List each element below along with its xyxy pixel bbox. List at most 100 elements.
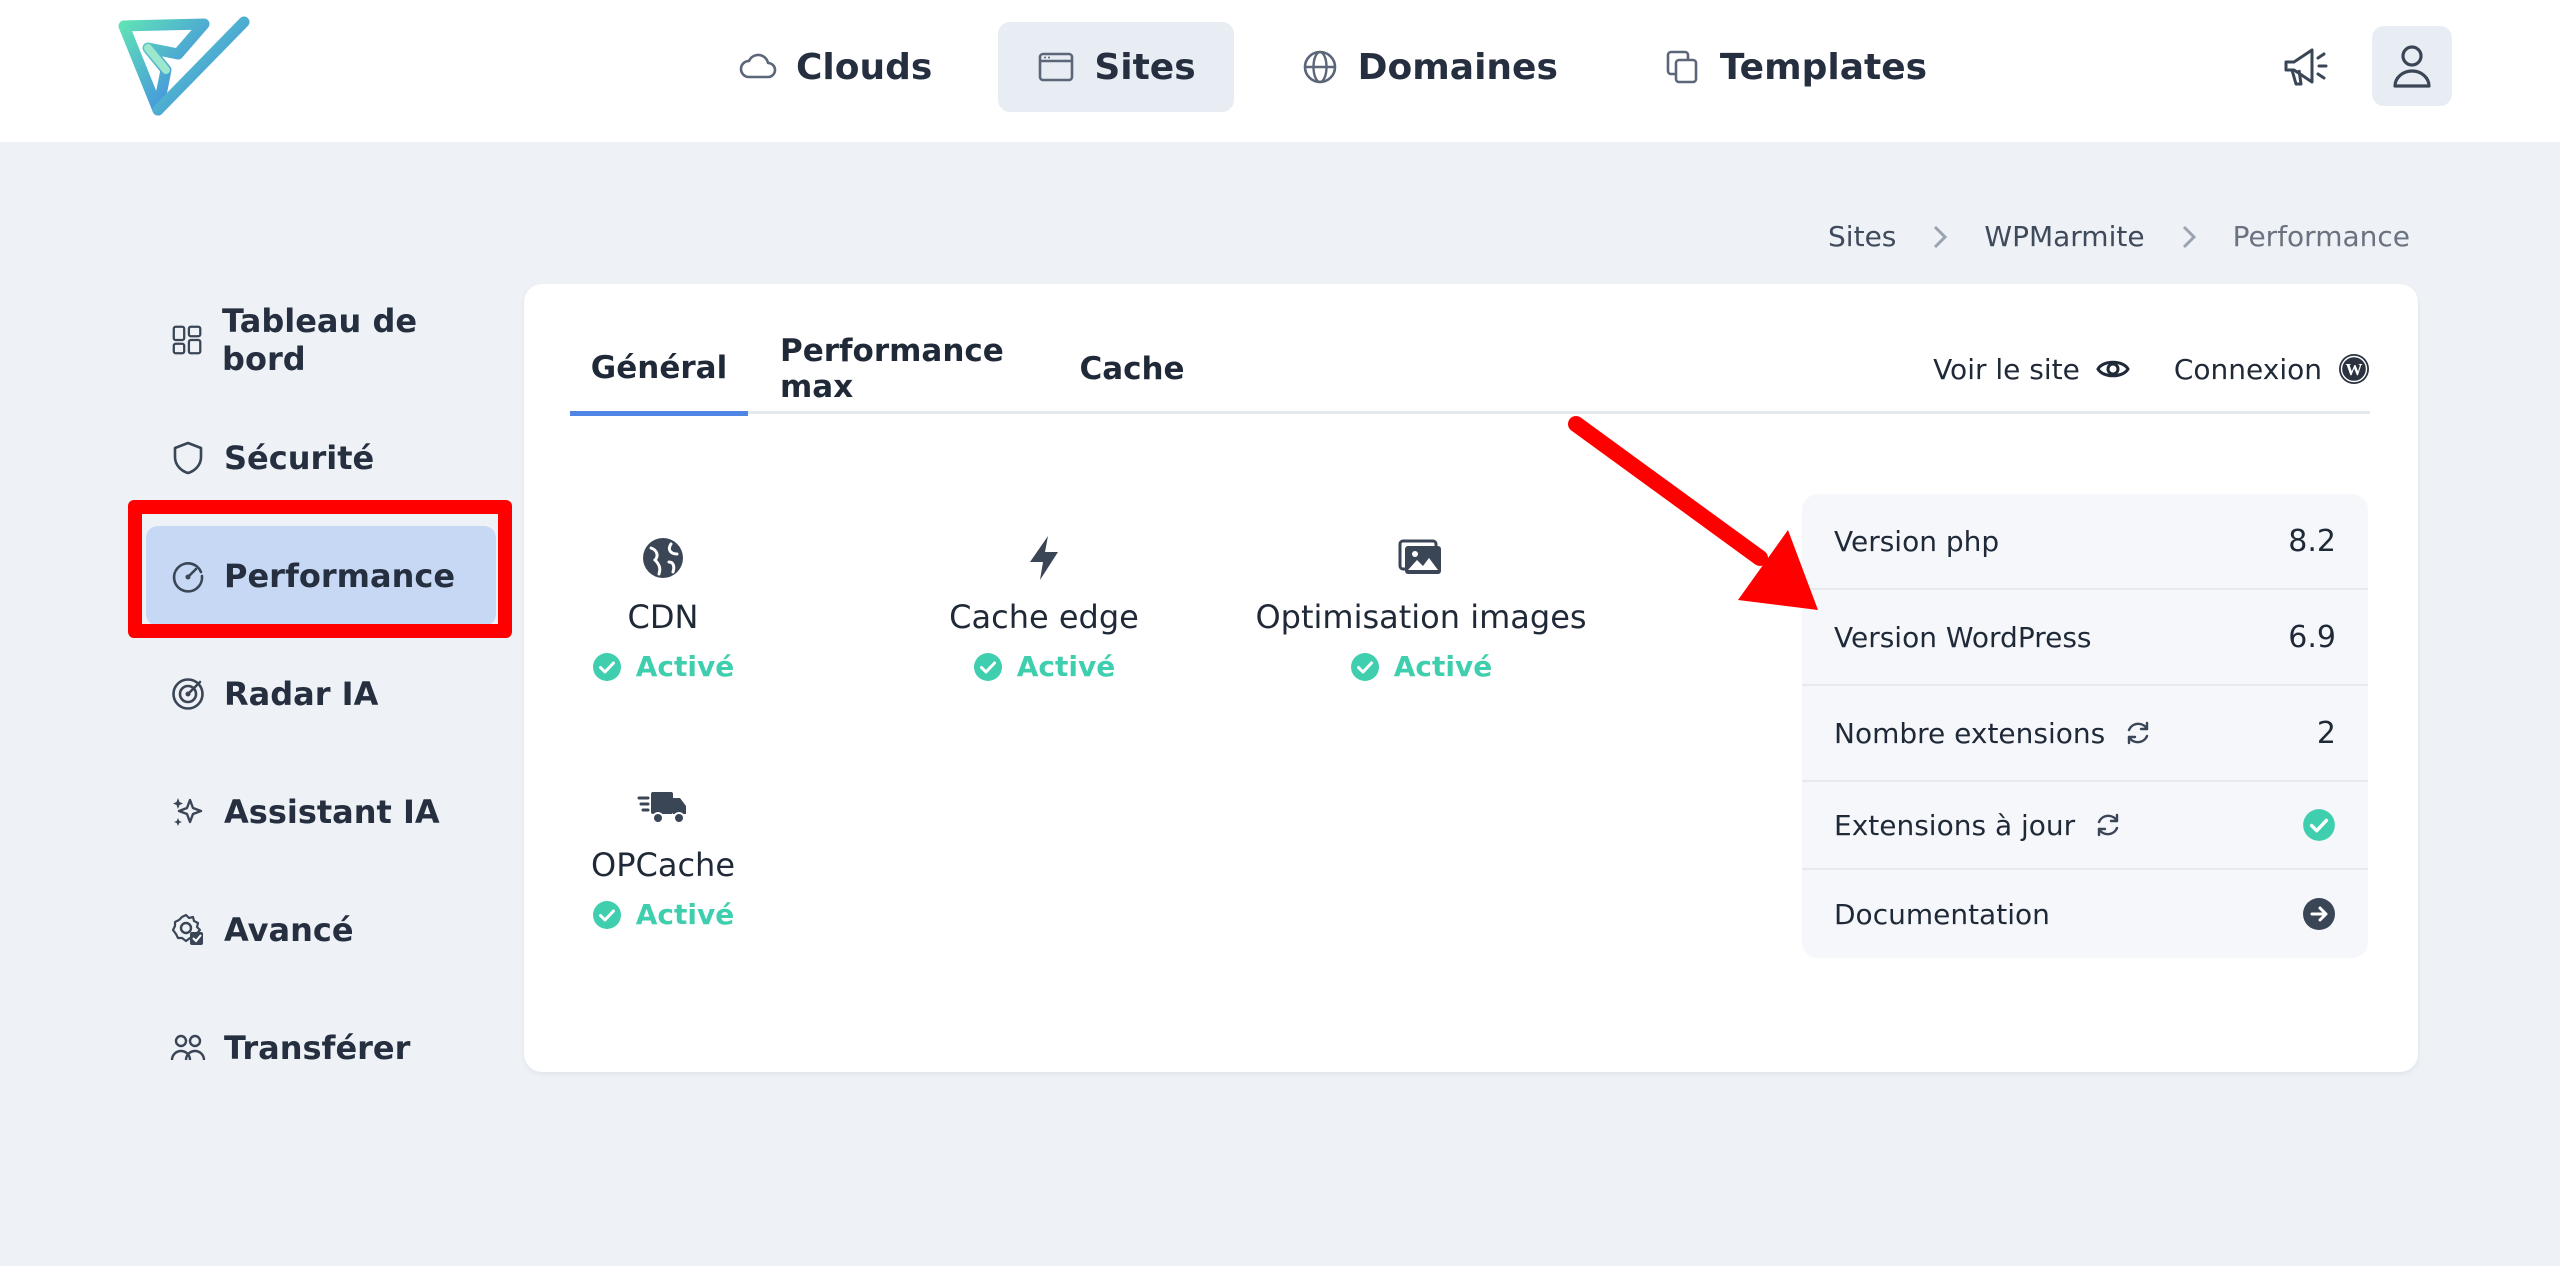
globe-solid-icon <box>643 538 683 578</box>
sidebar-item-assistant[interactable]: Assistant IA <box>146 762 496 862</box>
chevron-right-icon <box>1934 225 1948 248</box>
extensions-count-value: 2 <box>2316 715 2336 751</box>
wordpress-icon: W <box>2339 354 2369 384</box>
status-label: Activé <box>635 650 735 683</box>
feature-name: Cache edge <box>949 598 1139 636</box>
sparkles-icon <box>173 798 203 826</box>
nav-clouds[interactable]: Clouds <box>700 22 970 112</box>
sidebar-item-dashboard[interactable]: Tableau de bord <box>146 290 496 390</box>
sidebar-item-label: Radar IA <box>224 675 379 713</box>
php-version-value: 8.2 <box>2288 523 2336 559</box>
status-label: Activé <box>1016 650 1116 683</box>
eye-icon <box>2096 360 2130 378</box>
tab-cache[interactable]: Cache <box>1079 324 1184 414</box>
status-badge: Activé <box>1350 650 1493 683</box>
sidebar-item-label: Transférer <box>224 1029 411 1067</box>
info-row-extensions: Nombre extensions 2 <box>1802 686 2368 782</box>
refresh-icon[interactable] <box>2093 810 2123 840</box>
sidebar-item-radar[interactable]: Radar IA <box>146 644 496 744</box>
shield-icon <box>173 441 203 475</box>
tab-general[interactable]: Général <box>570 324 748 416</box>
nav-sites[interactable]: Sites <box>998 22 1234 112</box>
browser-window-icon <box>1039 52 1074 82</box>
login-link[interactable]: Connexion W <box>2174 353 2370 386</box>
breadcrumb: Sites WPMarmite Performance <box>1828 220 2410 253</box>
megaphone-icon[interactable] <box>2278 40 2332 94</box>
sidebar: Tableau de bord Sécurité Performance Rad… <box>146 290 496 1116</box>
svg-text:W: W <box>2346 360 2363 379</box>
main-card: Général Performance max Cache Voir le si… <box>524 284 2418 1072</box>
feature-opcache: OPCache Activé <box>590 780 736 931</box>
nav-domaines-label: Domaines <box>1357 46 1558 88</box>
sidebar-item-security[interactable]: Sécurité <box>146 408 496 508</box>
status-label: Activé <box>635 898 735 931</box>
users-transfer-icon <box>170 1034 206 1061</box>
wp-version-value: 6.9 <box>2288 619 2336 655</box>
extensions-count-label-wrap: Nombre extensions <box>1834 717 2153 750</box>
view-site-link[interactable]: Voir le site <box>1933 353 2130 386</box>
php-version-label: Version php <box>1834 524 2000 558</box>
sidebar-item-label: Performance <box>224 557 456 595</box>
nav-templates[interactable]: Templates <box>1624 22 1965 112</box>
wp-version-label: Version WordPress <box>1834 620 2092 654</box>
check-circle-icon <box>973 652 1002 681</box>
tab-performance-max[interactable]: Performance max <box>780 324 1048 414</box>
info-row-php: Version php 8.2 <box>1802 494 2368 590</box>
logo[interactable] <box>118 14 252 120</box>
check-circle-icon <box>592 652 621 681</box>
info-row-wordpress: Version WordPress 6.9 <box>1802 590 2368 686</box>
main-nav: Clouds Sites Domaines Templates <box>700 22 1965 112</box>
extensions-count-label: Nombre extensions <box>1834 716 2106 750</box>
sidebar-item-label: Avancé <box>224 911 354 949</box>
gauge-icon <box>172 562 204 593</box>
arrow-right-circle-icon[interactable] <box>2302 897 2336 931</box>
nav-sites-label: Sites <box>1094 46 1196 88</box>
refresh-icon[interactable] <box>2123 718 2153 748</box>
sidebar-item-label: Assistant IA <box>224 793 440 831</box>
breadcrumb-current: Performance <box>2232 220 2410 253</box>
nav-domaines[interactable]: Domaines <box>1262 22 1596 112</box>
cloud-icon <box>739 53 777 79</box>
breadcrumb-site[interactable]: WPMarmite <box>1984 220 2144 253</box>
user-menu-button[interactable] <box>2372 26 2452 106</box>
view-site-label: Voir le site <box>1933 352 2080 386</box>
feature-cache-edge: Cache edge Activé <box>944 532 1144 683</box>
extensions-uptodate-label: Extensions à jour <box>1834 808 2076 842</box>
feature-image-optimisation: Optimisation images Activé <box>1254 532 1588 683</box>
lightning-icon <box>1030 536 1058 580</box>
login-label: Connexion <box>2173 352 2322 386</box>
check-circle-icon <box>1350 652 1379 681</box>
copy-icon <box>1666 50 1698 84</box>
status-badge: Activé <box>592 898 735 931</box>
sidebar-item-label: Tableau de bord <box>222 302 418 378</box>
documentation-label: Documentation <box>1834 897 2050 931</box>
delivery-truck-icon <box>637 792 686 824</box>
tab-bar: Général Performance max Cache Voir le si… <box>570 324 2370 416</box>
breadcrumb-sites[interactable]: Sites <box>1828 220 1896 253</box>
feature-name: CDN <box>627 598 699 636</box>
status-badge: Activé <box>973 650 1116 683</box>
nav-templates-label: Templates <box>1719 46 1928 88</box>
status-label: Activé <box>1393 650 1493 683</box>
sidebar-item-label: Sécurité <box>224 439 375 477</box>
site-info-panel: Version php 8.2 Version WordPress 6.9 No… <box>1802 494 2368 958</box>
sidebar-item-advanced[interactable]: Avancé <box>146 880 496 980</box>
extensions-uptodate-label-wrap: Extensions à jour <box>1834 809 2123 842</box>
info-row-documentation[interactable]: Documentation <box>1802 870 2368 958</box>
sidebar-item-performance[interactable]: Performance <box>146 526 496 626</box>
check-circle-icon <box>592 900 621 929</box>
sidebar-item-transfer[interactable]: Transférer <box>146 998 496 1098</box>
tab-actions: Voir le site Connexion W <box>1933 324 2370 414</box>
images-icon <box>1398 539 1441 574</box>
dashboard-icon <box>172 325 202 355</box>
settings-gear-icon <box>171 913 203 945</box>
nav-clouds-label: Clouds <box>796 46 933 88</box>
check-circle-icon <box>2303 809 2335 841</box>
user-icon <box>2393 45 2431 88</box>
feature-name: OPCache <box>591 846 735 884</box>
info-row-extensions-uptodate: Extensions à jour <box>1802 782 2368 870</box>
top-bar: Clouds Sites Domaines Templates <box>0 0 2560 142</box>
radar-icon <box>172 678 204 710</box>
chevron-right-icon <box>2182 225 2196 248</box>
feature-cdn: CDN Activé <box>590 532 736 683</box>
